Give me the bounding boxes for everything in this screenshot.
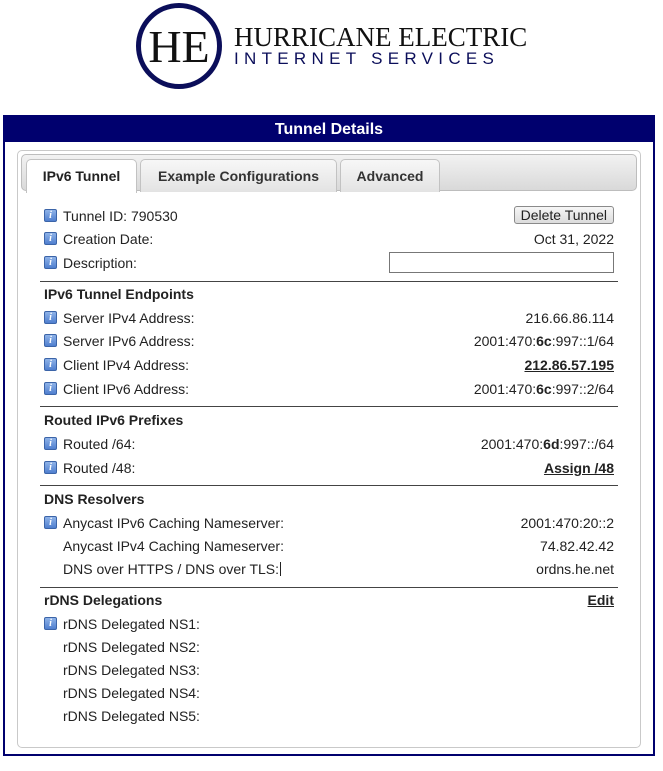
doh-label-wrap: DNS over HTTPS / DNS over TLS: xyxy=(63,558,282,580)
tunnel-id-row: i Tunnel ID: 790530 Delete Tunnel xyxy=(40,205,618,227)
info-icon[interactable]: i xyxy=(44,437,57,450)
rdns-heading: rDNS Delegations xyxy=(44,592,163,608)
description-input[interactable] xyxy=(389,252,614,273)
creation-date-value: Oct 31, 2022 xyxy=(533,231,614,247)
delete-tunnel-button[interactable]: Delete Tunnel xyxy=(513,206,614,224)
creation-date-label: Creation Date: xyxy=(63,231,154,247)
server-ipv4-row: i Server IPv4 Address: 216.66.86.114 xyxy=(40,307,618,329)
client-ipv4-row: i Client IPv4 Address: 212.86.57.195 xyxy=(40,354,618,376)
ipv6-prefix-part: 2001:470: xyxy=(473,333,537,349)
panel-title: Tunnel Details xyxy=(5,117,653,142)
ipv6-bold-part: 6c xyxy=(536,381,552,397)
divider xyxy=(40,281,618,282)
client-ipv6-label: Client IPv6 Address: xyxy=(63,381,190,397)
ipv6-bold-part: 6c xyxy=(536,333,552,349)
rdns-ns2-row: rDNS Delegated NS2: xyxy=(40,636,618,658)
routed64-value: 2001:470:6d:997::/64 xyxy=(481,433,614,455)
client-ipv6-value: 2001:470:6c:997::2/64 xyxy=(474,378,614,400)
client-ipv4-value-wrap: 212.86.57.195 xyxy=(524,354,614,376)
info-icon[interactable]: i xyxy=(44,256,57,269)
rdns-ns1-row: i rDNS Delegated NS1: xyxy=(40,613,618,635)
text-cursor xyxy=(280,562,282,576)
anycast-ipv4-value: 74.82.42.42 xyxy=(540,538,614,554)
ipv6-suffix-part: :997::2/64 xyxy=(551,381,614,397)
rdns-ns3-row: rDNS Delegated NS3: xyxy=(40,659,618,681)
routed48-row: i Routed /48: Assign /48 xyxy=(40,457,618,479)
info-icon[interactable]: i xyxy=(44,516,57,529)
info-icon[interactable]: i xyxy=(44,358,57,371)
info-icon[interactable]: i xyxy=(44,232,57,245)
server-ipv4-label: Server IPv4 Address: xyxy=(63,310,195,326)
dns-resolvers-heading: DNS Resolvers xyxy=(44,491,145,507)
doh-label: DNS over HTTPS / DNS over TLS: xyxy=(63,561,280,577)
hurricane-electric-logo: HE HURRICANE ELECTRIC INTERNET SERVICES xyxy=(136,3,536,91)
endpoints-heading: IPv6 Tunnel Endpoints xyxy=(44,286,194,302)
rdns-ns4-row: rDNS Delegated NS4: xyxy=(40,682,618,704)
anycast-ipv4-label: Anycast IPv4 Caching Nameserver: xyxy=(63,538,284,554)
info-icon[interactable]: i xyxy=(44,617,57,630)
tab-example-configurations[interactable]: Example Configurations xyxy=(140,159,337,192)
tab-bar: IPv6 Tunnel Example Configurations Advan… xyxy=(21,154,637,193)
description-row: i Description: xyxy=(40,252,618,274)
tab-ipv6-tunnel[interactable]: IPv6 Tunnel xyxy=(26,159,137,193)
divider xyxy=(40,485,618,486)
routed-prefixes-heading: Routed IPv6 Prefixes xyxy=(44,412,184,428)
info-icon[interactable]: i xyxy=(44,334,57,347)
client-ipv4-link[interactable]: 212.86.57.195 xyxy=(524,357,614,373)
anycast-ipv6-label: Anycast IPv6 Caching Nameserver: xyxy=(63,515,284,531)
rdns-ns2-label: rDNS Delegated NS2: xyxy=(63,639,200,655)
ipv6-suffix-part: :997::/64 xyxy=(559,436,615,452)
client-ipv4-label: Client IPv4 Address: xyxy=(63,357,190,373)
rdns-ns1-label: rDNS Delegated NS1: xyxy=(63,616,200,632)
info-icon[interactable]: i xyxy=(44,209,57,222)
anycast-ipv6-value: 2001:470:20::2 xyxy=(520,515,614,531)
tunnel-details-panel: Tunnel Details IPv6 Tunnel Example Confi… xyxy=(3,115,655,756)
tab-container: IPv6 Tunnel Example Configurations Advan… xyxy=(17,150,641,748)
ipv6-bold-part: 6d xyxy=(543,436,560,452)
rdns-edit-wrap: Edit xyxy=(558,589,618,611)
he-monogram-icon: HE xyxy=(136,3,222,89)
info-icon[interactable]: i xyxy=(44,461,57,474)
anycast-ipv4-row: Anycast IPv4 Caching Nameserver: 74.82.4… xyxy=(40,535,618,557)
doh-value: ordns.he.net xyxy=(536,561,614,577)
rdns-edit-link[interactable]: Edit xyxy=(588,589,614,611)
server-ipv6-value: 2001:470:6c:997::1/64 xyxy=(474,330,614,352)
divider xyxy=(40,587,618,588)
rdns-ns5-label: rDNS Delegated NS5: xyxy=(63,708,200,724)
routed64-label: Routed /64: xyxy=(63,436,136,452)
tab-advanced[interactable]: Advanced xyxy=(340,159,440,192)
routed64-row: i Routed /64: 2001:470:6d:997::/64 xyxy=(40,433,618,455)
info-icon[interactable]: i xyxy=(44,382,57,395)
creation-date-row: i Creation Date: Oct 31, 2022 xyxy=(40,228,618,250)
routed48-label: Routed /48: xyxy=(63,460,136,476)
logo-tagline: INTERNET SERVICES xyxy=(234,49,500,68)
ipv6-prefix-part: 2001:470: xyxy=(480,436,544,452)
server-ipv6-label: Server IPv6 Address: xyxy=(63,333,195,349)
info-icon[interactable]: i xyxy=(44,311,57,324)
server-ipv6-row: i Server IPv6 Address: 2001:470:6c:997::… xyxy=(40,330,618,352)
description-label: Description: xyxy=(63,255,137,271)
rdns-ns5-row: rDNS Delegated NS5: xyxy=(40,705,618,727)
divider xyxy=(40,406,618,407)
rdns-ns3-label: rDNS Delegated NS3: xyxy=(63,662,200,678)
assign-48-link[interactable]: Assign /48 xyxy=(544,460,614,476)
tunnel-id-label: Tunnel ID: 790530 xyxy=(63,208,178,224)
rdns-ns4-label: rDNS Delegated NS4: xyxy=(63,685,200,701)
doh-row: DNS over HTTPS / DNS over TLS: ordns.he.… xyxy=(40,558,618,580)
logo-monogram: HE xyxy=(148,21,209,72)
anycast-ipv6-row: i Anycast IPv6 Caching Nameserver: 2001:… xyxy=(40,512,618,534)
client-ipv6-row: i Client IPv6 Address: 2001:470:6c:997::… xyxy=(40,378,618,400)
server-ipv4-value: 216.66.86.114 xyxy=(525,310,615,326)
routed48-value-wrap: Assign /48 xyxy=(544,457,614,479)
ipv6-suffix-part: :997::1/64 xyxy=(551,333,614,349)
ipv6-prefix-part: 2001:470: xyxy=(473,381,537,397)
